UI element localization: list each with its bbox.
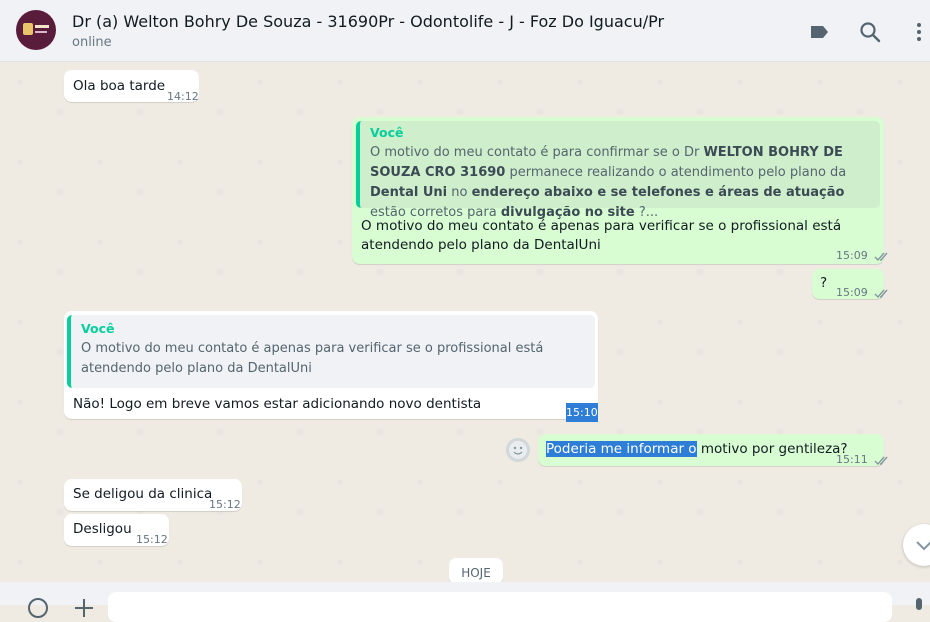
- double-check-icon: [874, 252, 888, 261]
- chevron-down-icon: [916, 541, 930, 551]
- scroll-down-button[interactable]: [903, 524, 930, 566]
- reaction-emoji-icon[interactable]: [506, 438, 530, 462]
- quote-bold-segment: endereço abaixo e se telefones e áreas d…: [471, 185, 845, 200]
- quote-bold-segment: Dental Uni: [370, 185, 448, 200]
- contact-name[interactable]: Dr (a) Welton Bohry De Souza - 31690Pr -…: [72, 12, 664, 31]
- avatar[interactable]: [16, 10, 56, 50]
- message-time: 15:11: [836, 450, 890, 469]
- message-input[interactable]: [108, 592, 892, 622]
- quote-segment: permanece realizando o atendimento pelo …: [505, 165, 847, 180]
- search-icon[interactable]: [858, 20, 882, 44]
- label-icon[interactable]: [808, 20, 832, 44]
- message-time: 15:09: [836, 283, 890, 302]
- message-text: O motivo do meu contato é apenas para ve…: [361, 218, 842, 253]
- message-list[interactable]: Ola boa tarde 14:12 Você O motivo do meu…: [0, 62, 930, 582]
- composer[interactable]: [0, 582, 930, 622]
- avatar-logo-bar: [35, 25, 49, 28]
- date-divider: HOJE: [449, 558, 503, 584]
- emoji-icon[interactable]: [26, 596, 50, 620]
- double-check-icon: [874, 289, 888, 298]
- message-outgoing[interactable]: Você O motivo do meu contato é para conf…: [352, 117, 888, 264]
- message-incoming[interactable]: Ola boa tarde 14:12: [64, 70, 199, 103]
- quote-text: O motivo do meu contato é para confirmar…: [370, 143, 872, 223]
- message-outgoing[interactable]: Poderia me informar o motivo por gentile…: [538, 434, 888, 466]
- menu-icon[interactable]: [907, 20, 930, 44]
- avatar-logo-bar: [35, 31, 47, 33]
- message-text: ?: [820, 275, 828, 291]
- microphone-icon[interactable]: [907, 596, 930, 620]
- message-incoming[interactable]: Desligou 15:12: [64, 514, 169, 546]
- message-text: Ola boa tarde: [73, 78, 166, 94]
- selected-text: Poderia me informar o: [546, 441, 697, 457]
- message-text: Desligou: [73, 521, 132, 537]
- message-text: Se deligou da clinica: [73, 486, 213, 502]
- quoted-message[interactable]: Você O motivo do meu contato é para conf…: [356, 121, 880, 220]
- avatar-logo-icon: [23, 23, 33, 35]
- attach-icon[interactable]: [72, 596, 96, 620]
- quote-author: Você: [370, 125, 404, 140]
- message-time: 15:12: [136, 533, 168, 546]
- quoted-message[interactable]: Você O motivo do meu contato é apenas pa…: [67, 315, 595, 388]
- message-time: 15:10: [566, 403, 598, 422]
- message-time: 14:12: [167, 90, 199, 103]
- message-time: 15:12: [209, 498, 241, 511]
- message-text: Poderia me informar o motivo por gentile…: [546, 441, 848, 457]
- message-text: Não! Logo em breve vamos estar adicionan…: [73, 396, 482, 412]
- quote-author: Você: [81, 321, 115, 336]
- double-check-icon: [874, 456, 888, 465]
- contact-status: online: [72, 35, 112, 50]
- quote-segment: O motivo do meu contato é para confirmar…: [370, 145, 704, 160]
- chat-header[interactable]: Dr (a) Welton Bohry De Souza - 31690Pr -…: [0, 0, 930, 62]
- message-incoming[interactable]: Se deligou da clinica 15:12: [64, 479, 242, 511]
- quote-segment: no: [447, 185, 472, 200]
- message-incoming[interactable]: Você O motivo do meu contato é apenas pa…: [64, 311, 598, 422]
- message-outgoing[interactable]: ? 15:09: [812, 269, 888, 299]
- quote-text: O motivo do meu contato é apenas para ve…: [81, 341, 544, 376]
- message-time: 15:09: [836, 246, 890, 265]
